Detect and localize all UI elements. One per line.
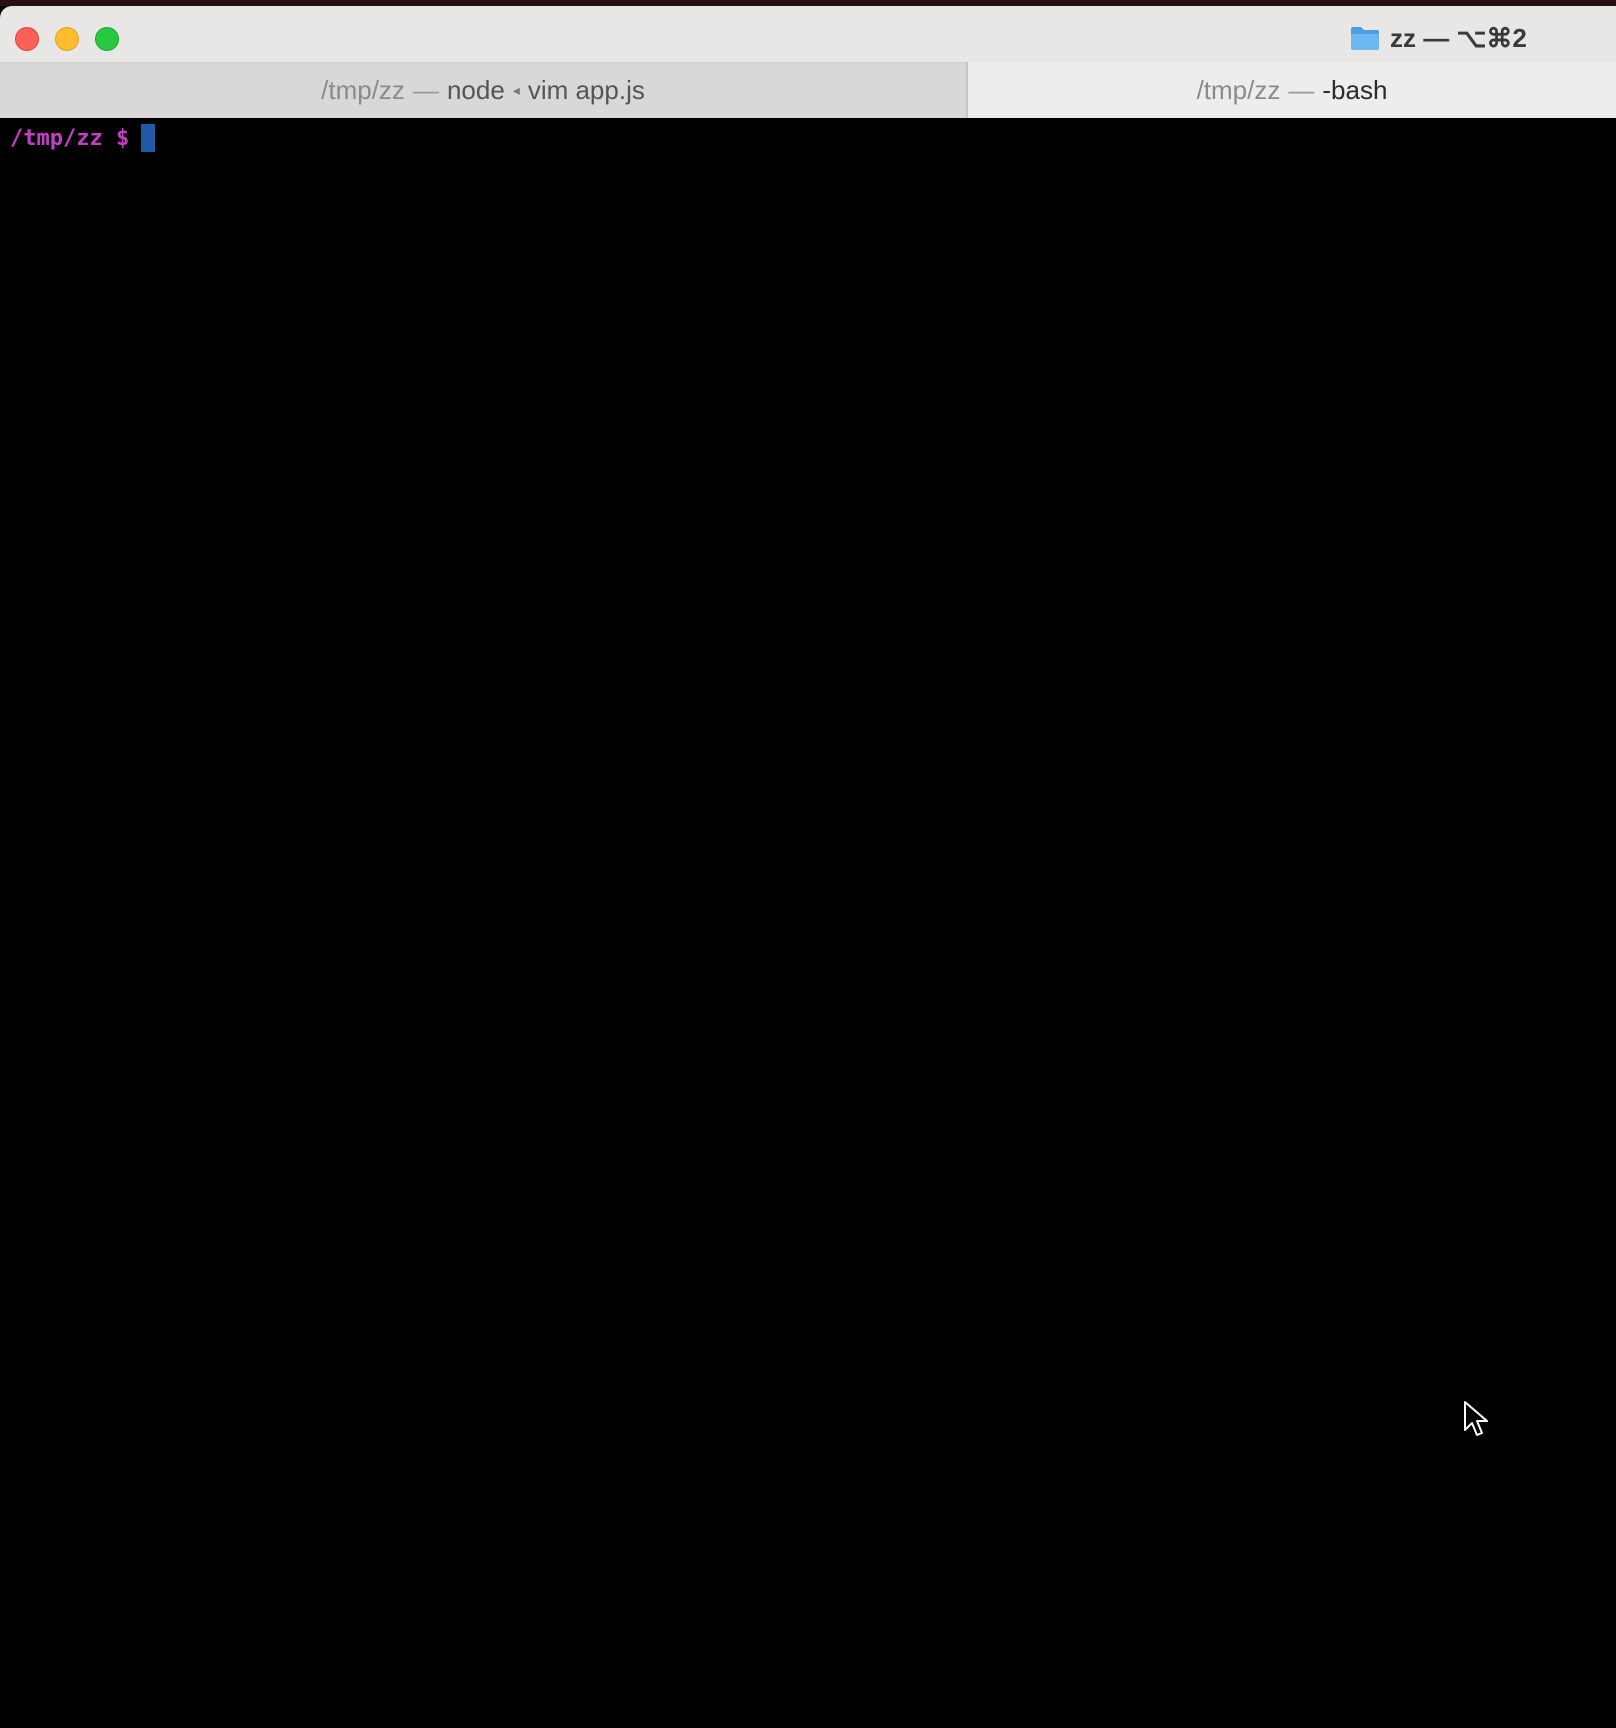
close-button[interactable]	[15, 27, 39, 51]
tab-separator: —	[1288, 74, 1315, 105]
title-bar[interactable]: zz — ⌥⌘2	[0, 6, 1616, 62]
tab-node-vim[interactable]: /tmp/zz — node ◂ vim app.js	[0, 62, 968, 118]
tab-process: -bash	[1322, 74, 1388, 105]
tab-bar: /tmp/zz — node ◂ vim app.js /tmp/zz — -b…	[0, 62, 1616, 118]
tab-dir: /tmp/zz	[1196, 74, 1281, 105]
window-title-text: zz — ⌥⌘2	[1390, 22, 1527, 53]
tab-process: node	[446, 75, 505, 105]
terminal-content[interactable]: /tmp/zz $	[0, 118, 1616, 1728]
tab-bash[interactable]: /tmp/zz — -bash	[968, 62, 1616, 118]
prompt-line: /tmp/zz $	[10, 122, 156, 154]
terminal-window: zz — ⌥⌘2 /tmp/zz — node ◂ vim app.js /tm…	[0, 0, 1616, 1728]
text-cursor	[141, 124, 156, 152]
folder-icon	[1351, 27, 1379, 50]
tab-dir: /tmp/zz	[321, 75, 405, 105]
shell-prompt: /tmp/zz $	[10, 125, 130, 151]
minimize-button[interactable]	[55, 27, 79, 51]
tab-process-child: vim app.js	[527, 75, 645, 105]
tab-separator: —	[412, 75, 439, 105]
window-title: zz — ⌥⌘2	[1350, 20, 1527, 56]
mouse-pointer-icon	[1464, 1401, 1488, 1436]
tab-arrow-icon: ◂	[512, 82, 520, 98]
zoom-button[interactable]	[95, 27, 119, 51]
